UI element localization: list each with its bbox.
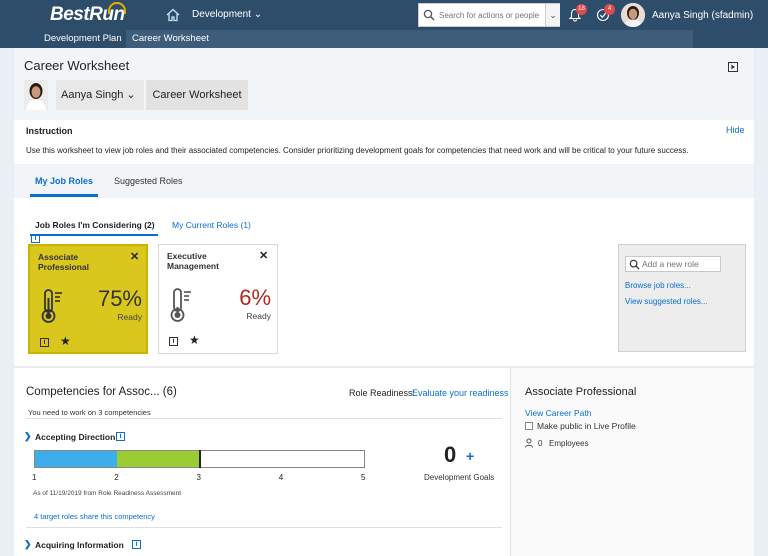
card-title: Executive Management — [167, 251, 219, 271]
make-public-label: Make public in Live Profile — [537, 421, 636, 431]
page-header: Career Worksheet Aanya Singh ⌄ Career Wo… — [14, 48, 754, 120]
readiness-percent: 75% — [97, 286, 142, 311]
divider — [26, 527, 502, 528]
competency-name[interactable]: Acquiring Information — [35, 540, 124, 550]
current-rating-fill — [35, 451, 118, 467]
star-icon[interactable]: ★ — [189, 333, 200, 347]
instruction-text: Use this worksheet to view job roles and… — [26, 146, 689, 155]
career-worksheet-button[interactable]: Career Worksheet — [146, 80, 248, 110]
development-goals-label: Development Goals — [424, 473, 495, 482]
info-icon[interactable]: i — [116, 432, 125, 441]
competency-rating-bar — [34, 450, 365, 468]
subtab-active-indicator — [30, 234, 158, 236]
subnav-bar — [218, 30, 693, 48]
role-readiness-label: Role Readiness: — [349, 388, 416, 398]
scale-tick: 2 — [114, 473, 119, 482]
close-icon[interactable]: ✕ — [259, 249, 268, 262]
subnav-development-plan[interactable]: Development Plan — [38, 30, 128, 48]
thermometer-icon — [41, 289, 62, 323]
target-roles-link[interactable]: 4 target roles share this competency — [34, 512, 155, 521]
tasks-badge: 4 — [604, 4, 615, 15]
search-icon — [423, 9, 435, 21]
search-icon — [629, 259, 640, 270]
subtab-current-roles[interactable]: My Current Roles (1) — [172, 220, 251, 230]
make-public-checkbox[interactable] — [525, 422, 533, 430]
tab-my-job-roles[interactable]: My Job Roles — [35, 176, 93, 186]
view-suggested-roles-link[interactable]: View suggested roles... — [625, 297, 708, 306]
as-of-text: As of 11/19/2019 from Role Readiness Ass… — [33, 490, 182, 497]
employees-label: Employees — [549, 439, 589, 448]
hide-instruction-link[interactable]: Hide — [726, 125, 745, 135]
play-icon[interactable] — [728, 62, 738, 72]
person-avatar — [24, 80, 48, 110]
employee-count: 0 — [538, 439, 543, 448]
scale-tick: 1 — [32, 473, 37, 482]
role-card-executive-management[interactable]: Executive Management ✕ 6% Ready i ★ — [158, 244, 278, 354]
chevron-right-icon[interactable]: ❯ — [24, 539, 32, 550]
chevron-right-icon[interactable]: ❯ — [24, 431, 32, 442]
add-role-panel: Browse job roles... View suggested roles… — [618, 244, 746, 352]
person-name-dropdown[interactable]: Aanya Singh ⌄ — [56, 80, 144, 110]
instruction-panel: Instruction Hide Use this worksheet to v… — [14, 120, 754, 164]
info-icon[interactable]: i — [169, 337, 178, 346]
add-goal-icon[interactable]: + — [466, 448, 474, 464]
readiness-percent: 6% — [239, 285, 271, 310]
thermometer-icon — [170, 288, 191, 322]
divider — [26, 418, 502, 419]
role-detail-panel: Associate Professional View Career Path … — [510, 368, 754, 556]
page-title: Career Worksheet — [24, 58, 130, 73]
close-icon[interactable]: ✕ — [130, 250, 139, 263]
readiness-label: Ready — [246, 311, 271, 321]
info-icon[interactable]: i — [40, 338, 49, 347]
view-career-path-link[interactable]: View Career Path — [525, 408, 591, 418]
nav-menu-development[interactable]: Development ⌄ — [192, 9, 262, 20]
info-icon[interactable]: i — [31, 234, 40, 243]
star-icon[interactable]: ★ — [60, 334, 71, 348]
person-icon — [525, 438, 533, 448]
scale-tick: 4 — [278, 473, 284, 482]
instruction-title: Instruction — [26, 126, 73, 136]
role-detail-title: Associate Professional — [525, 386, 637, 398]
notifications-badge: 18 — [576, 4, 587, 15]
card-title: Associate Professional — [38, 252, 90, 272]
person-selector[interactable]: Aanya Singh ⌄ — [24, 80, 144, 110]
subtab-roles-considering[interactable]: Job Roles I'm Considering (2) — [35, 220, 155, 230]
subnav-career-worksheet[interactable]: Career Worksheet — [126, 30, 218, 48]
tab-suggested-roles[interactable]: Suggested Roles — [114, 176, 183, 186]
user-menu[interactable]: Aanya Singh (sfadmin) — [652, 10, 753, 21]
browse-job-roles-link[interactable]: Browse job roles... — [625, 281, 691, 290]
gap-fill — [117, 451, 200, 467]
tab-active-indicator — [30, 194, 98, 197]
info-icon[interactable]: i — [132, 540, 141, 549]
competencies-need-text: You need to work on 3 competencies — [28, 408, 151, 417]
scale-tick: 3 — [196, 473, 201, 482]
add-role-search[interactable] — [625, 256, 721, 272]
development-goal-count: 0 — [444, 442, 457, 467]
competencies-title: Competencies for Assoc... (6) — [26, 386, 177, 398]
global-search[interactable]: ⌄ — [418, 3, 560, 27]
evaluate-readiness-link[interactable]: Evaluate your readiness — [412, 388, 509, 398]
user-avatar[interactable] — [621, 3, 645, 27]
tab-bar: My Job Roles Suggested Roles — [14, 164, 754, 198]
role-card-associate-professional[interactable]: Associate Professional ✕ 75% Ready i ★ — [28, 244, 148, 354]
home-icon[interactable] — [166, 8, 180, 22]
readiness-label: Ready — [117, 312, 142, 322]
expected-level-marker — [198, 450, 201, 468]
scale-tick: 5 — [361, 473, 366, 482]
search-scope-dropdown[interactable]: ⌄ — [545, 4, 560, 26]
add-role-input[interactable] — [642, 257, 720, 271]
search-input[interactable] — [439, 4, 543, 26]
page-content: Career Worksheet Aanya Singh ⌄ Career Wo… — [14, 48, 754, 556]
logo-sun-icon — [108, 2, 126, 14]
competency-name[interactable]: Accepting Direction — [35, 432, 115, 442]
